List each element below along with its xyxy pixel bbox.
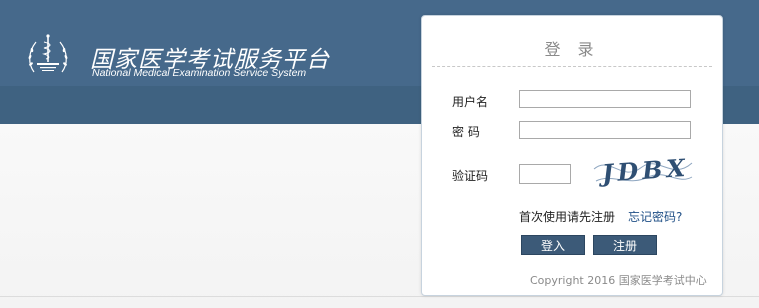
username-label: 用户名 [452,95,489,109]
footer-divider [0,296,759,297]
captcha-input[interactable] [519,164,571,184]
captcha-label: 验证码 [452,169,489,183]
captcha-text: JDBX [597,153,690,188]
password-label: 密 码 [452,125,480,139]
brand-subtitle: National Medical Examination Service Sys… [92,67,307,79]
login-button[interactable]: 登入 [521,235,585,255]
forgot-password-link[interactable]: 忘记密码? [628,208,682,225]
login-title: 登 录 [544,40,600,59]
medical-emblem-icon [24,32,72,80]
login-panel: 登 录 用户名 密 码 验证码 JDBX 首次使用请先注册 忘记密码? 登入 注… [421,15,723,296]
password-input[interactable] [519,121,691,139]
first-use-hint: 首次使用请先注册 [519,210,616,224]
copyright-text: Copyright 2016 国家医学考试中心 [530,274,707,287]
title-divider [432,66,712,67]
register-button[interactable]: 注册 [593,235,657,255]
captcha-image[interactable]: JDBX [592,151,694,189]
username-input[interactable] [519,90,691,108]
